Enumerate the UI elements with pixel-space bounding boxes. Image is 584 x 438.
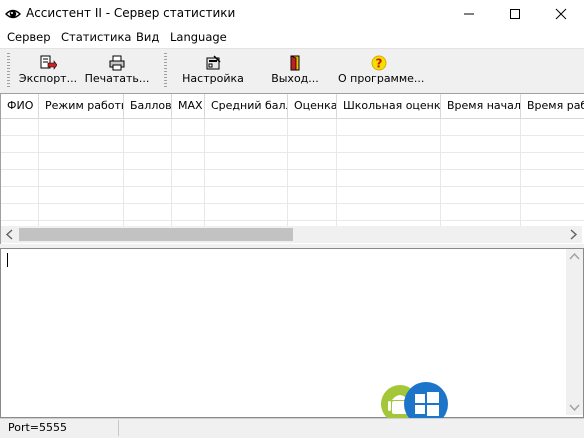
menu-language[interactable]: Language xyxy=(170,30,227,44)
menu-server[interactable]: Сервер xyxy=(7,30,51,44)
close-button[interactable] xyxy=(538,0,584,28)
settings-button[interactable]: Настройка xyxy=(182,55,244,91)
column-header-mode[interactable]: Режим работы xyxy=(39,94,124,118)
scroll-right-arrow-icon[interactable] xyxy=(565,226,581,243)
toolbar-grip xyxy=(7,53,10,89)
column-header-average[interactable]: Средний балл xyxy=(205,94,288,118)
horizontal-scroll-thumb[interactable] xyxy=(19,228,293,241)
exit-door-icon xyxy=(290,55,300,71)
about-label: О программе... xyxy=(338,72,425,85)
status-bar: Port=5555 xyxy=(0,418,584,438)
export-icon xyxy=(40,55,57,70)
scroll-up-arrow-icon[interactable] xyxy=(566,249,583,265)
exit-label: Выход... xyxy=(271,72,319,85)
column-header-school-grade[interactable]: Школьная оценка xyxy=(337,94,441,118)
vertical-scrollbar[interactable] xyxy=(566,249,583,415)
menu-view[interactable]: Вид xyxy=(136,30,159,44)
export-button[interactable]: Экспорт... xyxy=(18,55,78,91)
print-label: Печатать... xyxy=(84,72,150,85)
eye-app-icon xyxy=(5,9,21,19)
column-header-points[interactable]: Баллов xyxy=(124,94,172,118)
horizontal-scrollbar[interactable] xyxy=(1,226,582,243)
column-header-grade[interactable]: Оценка xyxy=(288,94,337,118)
column-header-start-time[interactable]: Время начала xyxy=(441,94,521,118)
scroll-left-arrow-icon[interactable] xyxy=(2,226,18,243)
scroll-down-arrow-icon[interactable] xyxy=(566,399,583,415)
table-grid-lines xyxy=(1,119,584,229)
help-question-icon: ? xyxy=(371,55,387,71)
toolbar: Экспорт... Печатать... Настройка Выход..… xyxy=(0,48,584,93)
table-header: ФИО Режим работы Баллов MAX Средний балл… xyxy=(1,94,584,119)
close-icon xyxy=(555,8,567,20)
port-status: Port=5555 xyxy=(2,420,119,436)
about-button[interactable]: ? О программе... xyxy=(338,55,424,91)
settings-icon xyxy=(206,55,221,70)
window-title: Ассистент II - Сервер статистики xyxy=(26,6,236,20)
minimize-icon xyxy=(464,13,474,15)
svg-text:?: ? xyxy=(376,57,383,71)
title-bar: Ассистент II - Сервер статистики xyxy=(0,0,584,28)
export-label: Экспорт... xyxy=(18,72,78,85)
printer-icon xyxy=(109,55,125,71)
toolbar-separator xyxy=(164,53,167,89)
print-button[interactable]: Печатать... xyxy=(84,55,150,91)
text-caret xyxy=(7,253,8,267)
column-header-max[interactable]: MAX xyxy=(172,94,205,118)
exit-button[interactable]: Выход... xyxy=(268,55,322,91)
settings-label: Настройка xyxy=(182,72,244,85)
maximize-icon xyxy=(510,9,520,19)
column-header-work-time[interactable]: Время работы xyxy=(521,94,584,118)
maximize-button[interactable] xyxy=(492,0,538,28)
statistics-table[interactable]: ФИО Режим работы Баллов MAX Средний балл… xyxy=(0,93,584,245)
column-header-name[interactable]: ФИО xyxy=(1,94,39,118)
menu-statistics[interactable]: Статистика xyxy=(61,30,131,44)
menu-bar: Сервер Статистика Вид Language xyxy=(0,28,584,47)
minimize-button[interactable] xyxy=(446,0,492,28)
log-text-area[interactable] xyxy=(0,248,584,418)
